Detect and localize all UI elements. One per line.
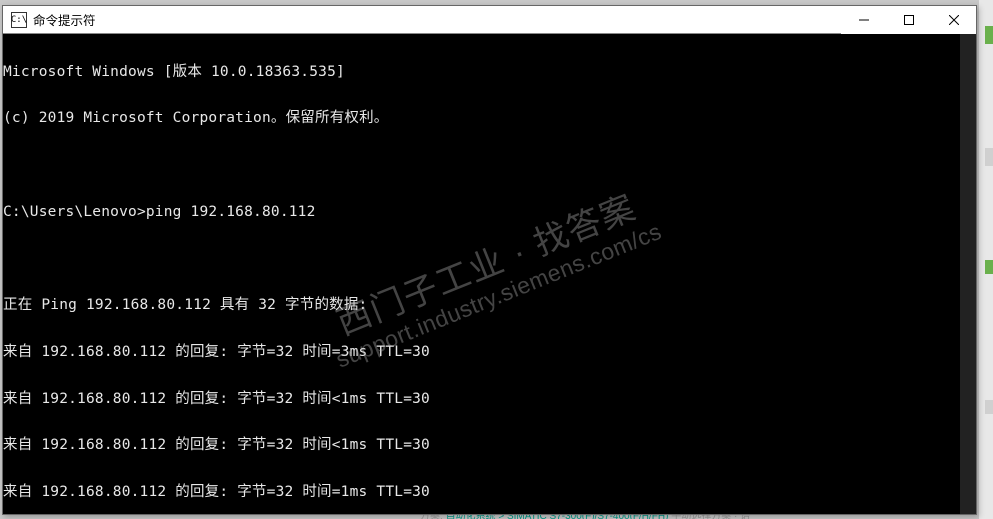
- output-line: [3, 252, 976, 268]
- window-title: 命令提示符: [33, 10, 841, 29]
- output-line: C:\Users\Lenovo>ping 192.168.80.112: [3, 205, 976, 221]
- background-accent: [985, 260, 993, 274]
- terminal-content: Microsoft Windows [版本 10.0.18363.535] (c…: [3, 34, 976, 514]
- output-line: 来自 192.168.80.112 的回复: 字节=32 时间<1ms TTL=…: [3, 438, 976, 454]
- close-button[interactable]: [931, 6, 976, 34]
- background-accent: [985, 26, 993, 44]
- output-line: [3, 158, 976, 174]
- maximize-button[interactable]: [886, 6, 931, 34]
- terminal-scrollbar[interactable]: [960, 34, 976, 514]
- background-accent: [985, 148, 993, 166]
- background-accent: [985, 400, 993, 414]
- titlebar[interactable]: C:\ 命令提示符: [3, 6, 976, 34]
- close-icon: [949, 15, 959, 25]
- output-line: Microsoft Windows [版本 10.0.18363.535]: [3, 65, 976, 81]
- output-line: 来自 192.168.80.112 的回复: 字节=32 时间=1ms TTL=…: [3, 485, 976, 501]
- output-line: 来自 192.168.80.112 的回复: 字节=32 时间=3ms TTL=…: [3, 345, 976, 361]
- window-controls: [841, 6, 976, 34]
- terminal-area[interactable]: Microsoft Windows [版本 10.0.18363.535] (c…: [3, 34, 976, 514]
- maximize-icon: [904, 15, 914, 25]
- output-line: (c) 2019 Microsoft Corporation。保留所有权利。: [3, 111, 976, 127]
- minimize-button[interactable]: [841, 6, 886, 34]
- minimize-icon: [859, 15, 869, 25]
- output-line: 来自 192.168.80.112 的回复: 字节=32 时间<1ms TTL=…: [3, 392, 976, 408]
- app-icon: C:\: [11, 12, 27, 28]
- command-prompt-window: C:\ 命令提示符 Microsoft Windows [版本 10.0.183…: [2, 5, 977, 515]
- output-line: 正在 Ping 192.168.80.112 具有 32 字节的数据:: [3, 298, 976, 314]
